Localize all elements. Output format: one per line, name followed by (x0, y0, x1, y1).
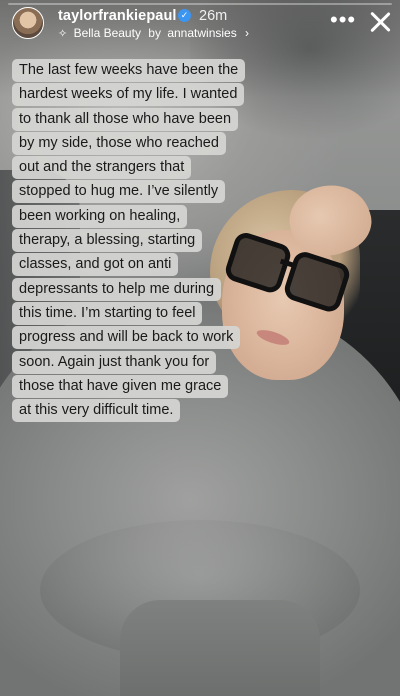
caption-line: been working on healing, (12, 204, 188, 228)
caption-line: out and the strangers that (12, 156, 192, 180)
caption-line: at this very difficult time. (12, 399, 181, 423)
caption-line: hardest weeks of my life. I wanted (12, 83, 245, 107)
story-header: taylorfrankiepaul ✓ 26m ✧ Bella Beauty b… (0, 0, 400, 50)
caption-line: progress and will be back to work (12, 326, 241, 350)
music-title[interactable]: Bella Beauty (74, 26, 141, 40)
caption-line: depressants to help me during (12, 277, 222, 301)
caption-line: by my side, those who reached (12, 131, 226, 155)
time-ago: 26m (199, 8, 228, 24)
music-artist[interactable]: annatwinsies (167, 26, 236, 40)
music-by-label: by (148, 26, 161, 40)
avatar[interactable] (12, 7, 44, 39)
caption-line: this time. I’m starting to feel (12, 301, 203, 325)
caption-line: therapy, a blessing, starting (12, 229, 203, 253)
caption-line: to thank all those who have been (12, 107, 239, 131)
caption-line: classes, and got on anti (12, 253, 179, 277)
chevron-right-icon[interactable]: › (245, 26, 249, 40)
caption-line: stopped to hug me. I’ve silently (12, 180, 226, 204)
story-caption: The last few weeks have been the hardest … (12, 59, 252, 423)
caption-line: soon. Again just thank you for (12, 350, 217, 374)
verified-badge-icon: ✓ (178, 9, 191, 22)
username[interactable]: taylorfrankiepaul (58, 8, 177, 24)
music-sparkle-icon: ✧ (58, 28, 68, 40)
caption-line: The last few weeks have been the (12, 59, 246, 82)
music-attribution[interactable]: ✧ Bella Beauty by annatwinsies › (58, 26, 249, 40)
more-options-icon[interactable]: ••• (330, 9, 356, 31)
close-icon[interactable] (368, 9, 392, 33)
caption-line: those that have given me grace (12, 374, 229, 398)
